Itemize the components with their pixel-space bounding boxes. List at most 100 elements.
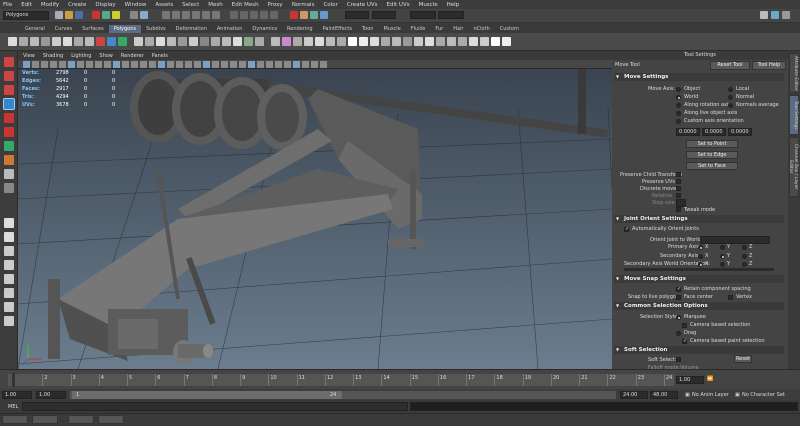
universal-manipulator-icon[interactable]: [4, 141, 14, 151]
viewport-toolbar-icon[interactable]: [203, 61, 210, 68]
persp-graph-layout-icon[interactable]: [4, 260, 14, 270]
script-mode-label[interactable]: MEL: [8, 404, 18, 410]
menu-select[interactable]: Select: [182, 2, 199, 8]
preserve-uvs-checkbox[interactable]: [676, 179, 681, 184]
viewport-menu-renderer[interactable]: Renderer: [121, 53, 144, 59]
tweak-mode-checkbox[interactable]: [676, 207, 681, 212]
set-to-face-button[interactable]: Set to Face: [686, 162, 738, 170]
viewport-toolbar-icon[interactable]: [158, 61, 165, 68]
select-by-type-icon[interactable]: [192, 11, 200, 19]
go-to-end-icon[interactable]: ⏭: [707, 376, 712, 382]
shelf-tab-custom[interactable]: Custom: [495, 25, 524, 33]
viewport-toolbar-icon[interactable]: [59, 61, 66, 68]
camera-based-checkbox[interactable]: [682, 323, 687, 328]
menu-color[interactable]: Color: [323, 2, 337, 8]
soft-mod-tool-icon[interactable]: [4, 155, 14, 165]
axis-object-radio[interactable]: [676, 87, 681, 92]
shelf-tab-ncloth[interactable]: nCloth: [469, 25, 495, 33]
auto-orient-checkbox[interactable]: [624, 226, 629, 232]
open-scene-icon[interactable]: [65, 11, 73, 19]
shelf-tab-surfaces[interactable]: Surfaces: [77, 25, 109, 33]
panel-scroll-track[interactable]: [624, 268, 774, 271]
set-to-point-button[interactable]: Set to Point: [686, 140, 738, 148]
shelf-tool-icon[interactable]: [96, 37, 105, 46]
viewport-toolbar-icon[interactable]: [284, 61, 291, 68]
rotate-tool-icon[interactable]: [4, 113, 14, 123]
new-scene-icon[interactable]: [55, 11, 63, 19]
menu-normals[interactable]: Normals: [292, 2, 315, 8]
ipr-render-icon[interactable]: [310, 11, 318, 19]
axis-local-radio[interactable]: [728, 87, 733, 92]
retain-spacing-checkbox[interactable]: [676, 286, 681, 292]
viewport-toolbar-icon[interactable]: [293, 61, 300, 68]
shelf-tool-icon[interactable]: [414, 37, 423, 46]
discrete-move-checkbox[interactable]: [676, 186, 681, 191]
shelf-tool-icon[interactable]: [19, 37, 28, 46]
set-to-edge-button[interactable]: Set to Edge: [686, 151, 738, 159]
viewport-toolbar-icon[interactable]: [302, 61, 309, 68]
axis-live-radio[interactable]: [676, 111, 681, 116]
preserve-child-checkbox[interactable]: [676, 172, 681, 177]
snap-curve-icon[interactable]: [240, 11, 248, 19]
outliner-layout-icon[interactable]: [4, 288, 14, 298]
select-object-icon[interactable]: [102, 11, 110, 19]
shelf-tool-icon[interactable]: [156, 37, 165, 46]
axis-rotation-radio[interactable]: [676, 103, 681, 108]
anim-layer-selector[interactable]: No Anim Layer: [692, 392, 729, 398]
shelf-tool-icon[interactable]: [167, 37, 176, 46]
viewport-toolbar-icon[interactable]: [32, 61, 39, 68]
shelf-tool-icon[interactable]: [359, 37, 368, 46]
viewport-toolbar-icon[interactable]: [41, 61, 48, 68]
viewport-toolbar-icon[interactable]: [212, 61, 219, 68]
shelf-tool-icon[interactable]: [63, 37, 72, 46]
make-live-icon[interactable]: [270, 11, 278, 19]
shelf-tool-icon[interactable]: [458, 37, 467, 46]
menu-edit[interactable]: Edit: [21, 2, 32, 8]
axis-custom-radio[interactable]: [676, 119, 681, 124]
viewport-menu-panels[interactable]: Panels: [152, 53, 168, 59]
shelf-tab-curves[interactable]: Curves: [50, 25, 77, 33]
drag-radio[interactable]: [676, 331, 681, 336]
marquee-radio[interactable]: [676, 315, 681, 320]
menu-modify[interactable]: Modify: [41, 2, 59, 8]
snap-plane-icon[interactable]: [260, 11, 268, 19]
menu-create[interactable]: Create: [68, 2, 86, 8]
relative-checkbox[interactable]: [676, 193, 681, 198]
shelf-tab-dynamics[interactable]: Dynamics: [247, 25, 282, 33]
viewport-toolbar-icon[interactable]: [248, 61, 255, 68]
viewport-toolbar-icon[interactable]: [104, 61, 111, 68]
input-field[interactable]: [372, 11, 396, 19]
viewport-menu-lighting[interactable]: Lighting: [71, 53, 91, 59]
primary-y-radio[interactable]: [720, 245, 725, 250]
viewport-toolbar-icon[interactable]: [122, 61, 129, 68]
shelf-tab-toon[interactable]: Toon: [357, 25, 379, 33]
viewport-menu-show[interactable]: Show: [99, 53, 113, 59]
menu-window[interactable]: Window: [125, 2, 147, 8]
shelf-tool-icon[interactable]: [469, 37, 478, 46]
shelf-tool-icon[interactable]: [107, 37, 116, 46]
select-by-type-icon[interactable]: [212, 11, 220, 19]
show-channel-box-icon[interactable]: [782, 11, 790, 19]
viewport-toolbar-icon[interactable]: [149, 61, 156, 68]
layout-icon[interactable]: [4, 302, 14, 312]
menu-muscle[interactable]: Muscle: [419, 2, 438, 8]
lock-selection-icon[interactable]: [130, 11, 138, 19]
shelf-tab-deformation[interactable]: Deformation: [171, 25, 212, 33]
viewport-toolbar-icon[interactable]: [86, 61, 93, 68]
viewport-toolbar-icon[interactable]: [239, 61, 246, 68]
shelf-tool-icon[interactable]: [447, 37, 456, 46]
snap-grid-icon[interactable]: [230, 11, 238, 19]
viewport-toolbar-icon[interactable]: [77, 61, 84, 68]
select-by-type-icon[interactable]: [202, 11, 210, 19]
range-handle[interactable]: [72, 391, 342, 399]
menu-edit-mesh[interactable]: Edit Mesh: [232, 2, 259, 8]
perspective-viewport[interactable]: [18, 69, 612, 369]
shelf-tab-hair[interactable]: Hair: [448, 25, 468, 33]
shelf-tool-icon[interactable]: [381, 37, 390, 46]
shelf-tool-icon[interactable]: [145, 37, 154, 46]
four-view-layout-icon[interactable]: [4, 232, 14, 242]
shelf-tool-icon[interactable]: [502, 37, 511, 46]
minimized-window[interactable]: [2, 415, 28, 424]
shelf-tool-icon[interactable]: [30, 37, 39, 46]
world-y-radio[interactable]: [720, 262, 725, 267]
